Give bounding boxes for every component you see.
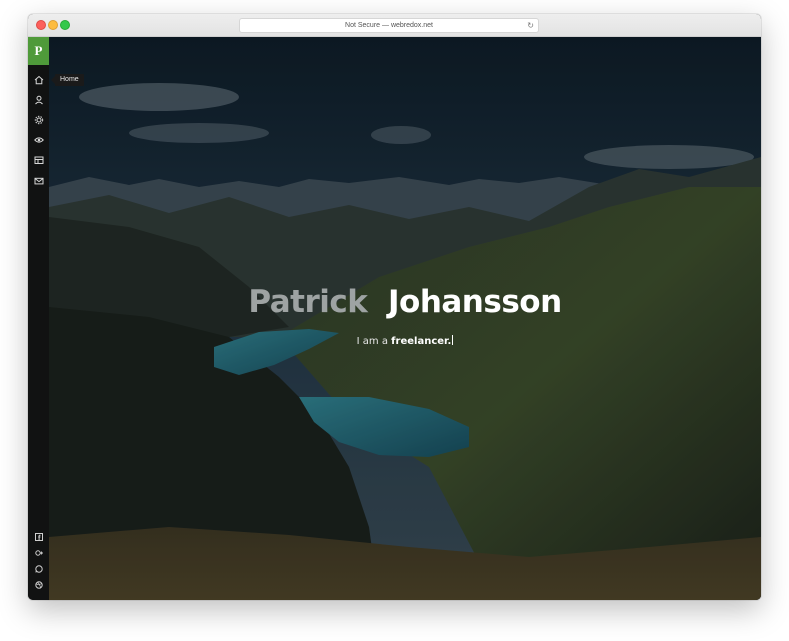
google-plus-icon[interactable] <box>34 548 43 557</box>
address-text: Not Secure — webredox.net <box>345 22 433 29</box>
hero-first-name: Patrick <box>248 284 368 320</box>
user-icon[interactable] <box>33 94 44 105</box>
gear-icon[interactable] <box>33 114 44 125</box>
home-icon[interactable] <box>33 74 44 85</box>
hero-tagline: I am a freelancer. <box>49 335 761 347</box>
hero-role-text: freelancer. <box>391 336 452 347</box>
dribbble-icon[interactable] <box>34 580 43 589</box>
hero-name: Patrick Johansson <box>49 284 761 320</box>
close-window-button[interactable] <box>36 20 46 30</box>
page-viewport: Patrick Johansson I am a freelancer. P H… <box>28 37 761 600</box>
nav-tooltip: Home <box>51 74 84 86</box>
minimize-window-button[interactable] <box>48 20 58 30</box>
sidebar-nav: P Home <box>28 37 84 600</box>
typing-cursor <box>452 335 454 345</box>
browser-window: Not Secure — webredox.net ↻ Patrick Joha… <box>28 14 761 600</box>
facebook-icon[interactable] <box>34 532 43 541</box>
eye-icon[interactable] <box>33 134 44 145</box>
hero-last-name: Johansson <box>387 284 562 320</box>
whatsapp-icon[interactable] <box>34 564 43 573</box>
hero-section: Patrick Johansson I am a freelancer. <box>49 37 761 600</box>
mail-icon[interactable] <box>33 175 44 186</box>
hero-intro-text: I am a <box>356 336 388 347</box>
reload-icon[interactable]: ↻ <box>527 19 534 32</box>
site-logo[interactable]: P <box>28 37 49 65</box>
address-bar[interactable]: Not Secure — webredox.net ↻ <box>239 18 539 33</box>
portfolio-icon[interactable] <box>33 154 44 165</box>
browser-titlebar: Not Secure — webredox.net ↻ <box>28 14 761 37</box>
maximize-window-button[interactable] <box>60 20 70 30</box>
